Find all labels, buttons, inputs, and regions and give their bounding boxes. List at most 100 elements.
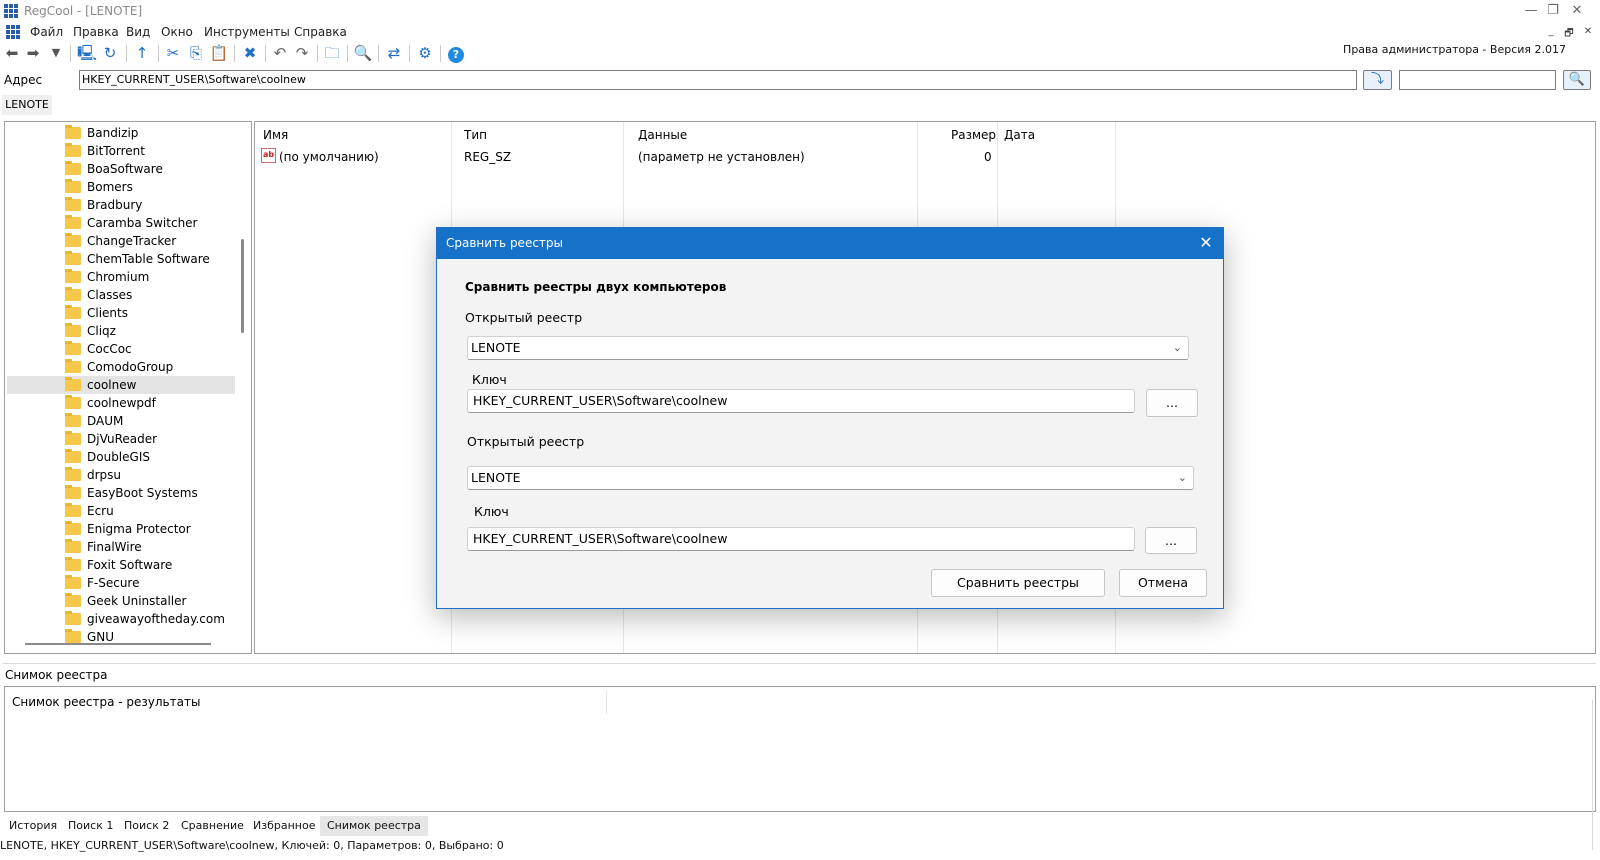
tree-item[interactable]: EasyBoot Systems — [65, 484, 235, 502]
settings-icon[interactable]: ⚙ — [415, 43, 435, 63]
tree-item[interactable]: giveawayoftheday.com — [65, 610, 235, 628]
search-button[interactable]: 🔍 — [1563, 70, 1591, 90]
tree-item[interactable]: CocCoc — [65, 340, 235, 358]
tree-item[interactable]: ComodoGroup — [65, 358, 235, 376]
menu-file[interactable]: Файл — [30, 25, 63, 39]
menu-edit[interactable]: Правка — [73, 25, 119, 39]
go-arrow-icon: ⤵ — [1370, 72, 1384, 87]
tree-item[interactable]: Bandizip — [65, 124, 235, 142]
forward-icon[interactable]: ➡ — [23, 43, 43, 63]
menu-help[interactable]: Справка — [294, 25, 347, 39]
tree-item-label: Chromium — [87, 270, 150, 284]
tree-item[interactable]: Foxit Software — [65, 556, 235, 574]
column-header-size[interactable]: Размер — [951, 128, 996, 142]
toolbar-separator — [347, 45, 348, 62]
address-input[interactable]: HKEY_CURRENT_USER\Software\coolnew — [79, 70, 1357, 90]
tree-item[interactable]: coolnewpdf — [65, 394, 235, 412]
copy-icon[interactable]: ⎘ — [186, 43, 206, 63]
search-input[interactable] — [1399, 70, 1556, 90]
table-row-size: 0 — [984, 150, 992, 164]
tree-item-label: drpsu — [87, 468, 122, 482]
tree-vertical-scrollbar[interactable] — [241, 239, 244, 333]
tree-item[interactable]: Chromium — [65, 268, 235, 286]
tree-item[interactable]: ChangeTracker — [65, 232, 235, 250]
mdi-close-button[interactable]: ✕ — [1581, 26, 1595, 37]
tab-search-1[interactable]: Поиск 1 — [61, 816, 120, 836]
menu-tools[interactable]: Инструменты — [204, 25, 290, 39]
tab-favorites[interactable]: Избранное — [246, 816, 322, 836]
menu-window[interactable]: Окно — [161, 25, 193, 39]
tree-item[interactable]: DjVuReader — [65, 430, 235, 448]
snapshot-results-box[interactable] — [4, 686, 1596, 812]
tree-item[interactable]: BoaSoftware — [65, 160, 235, 178]
tree-item[interactable]: Cliqz — [65, 322, 235, 340]
first-key-browse-button[interactable]: ... — [1146, 389, 1198, 417]
status-bar: LENOTE, HKEY_CURRENT_USER\Software\cooln… — [0, 839, 504, 852]
close-button[interactable]: ✕ — [1554, 0, 1600, 22]
column-header-name[interactable]: Имя — [263, 128, 288, 142]
go-button[interactable]: ⤵ — [1363, 70, 1392, 90]
column-header-type[interactable]: Тип — [464, 128, 487, 142]
new-key-icon[interactable]: 🗀 — [322, 43, 342, 63]
undo-icon[interactable]: ↶ — [270, 43, 290, 63]
tree-item[interactable]: F-Secure — [65, 574, 235, 592]
second-key-input[interactable]: HKEY_CURRENT_USER\Software\coolnew — [467, 527, 1135, 551]
refresh-icon[interactable]: ↻ — [100, 43, 120, 63]
tree-item[interactable]: Classes — [65, 286, 235, 304]
up-icon[interactable]: ↑ — [132, 43, 152, 63]
mdi-window-icon[interactable] — [6, 25, 20, 39]
tree-item[interactable]: DoubleGIS — [65, 448, 235, 466]
tree-item[interactable]: ChemTable Software — [65, 250, 235, 268]
first-key-input[interactable]: HKEY_CURRENT_USER\Software\coolnew — [467, 389, 1135, 413]
second-key-browse-button[interactable]: ... — [1145, 527, 1197, 554]
tree-item[interactable]: DAUM — [65, 412, 235, 430]
folder-icon — [65, 161, 81, 175]
tree-item-label: coolnewpdf — [87, 396, 156, 410]
tree-item-label: ChemTable Software — [87, 252, 210, 266]
tree-item[interactable]: Bradbury — [65, 196, 235, 214]
help-icon[interactable]: ? — [446, 43, 466, 63]
tree-item[interactable]: FinalWire — [65, 538, 235, 556]
tree-item[interactable]: Ecru — [65, 502, 235, 520]
tree-item[interactable]: Enigma Protector — [65, 520, 235, 538]
compare-icon[interactable]: ⇄ — [384, 43, 404, 63]
cancel-button[interactable]: Отмена — [1119, 569, 1207, 597]
second-registry-select[interactable]: LENOTE ⌄ — [467, 466, 1194, 490]
host-tab[interactable]: LENOTE — [2, 95, 52, 115]
tree-item[interactable]: coolnew — [7, 376, 235, 394]
table-row-name[interactable]: (по умолчанию) — [279, 150, 379, 164]
tree-item-label: Classes — [87, 288, 133, 302]
tree-item[interactable]: drpsu — [65, 466, 235, 484]
tree-item[interactable]: BitTorrent — [65, 142, 235, 160]
tab-history[interactable]: История — [2, 816, 64, 836]
paste-icon[interactable]: 📋 — [209, 43, 229, 63]
find-icon[interactable]: 🔍 — [353, 43, 373, 63]
first-registry-select[interactable]: LENOTE ⌄ — [467, 336, 1189, 360]
redo-icon[interactable]: ↷ — [292, 43, 312, 63]
column-header-data[interactable]: Данные — [638, 128, 687, 142]
back-icon[interactable]: ⬅ — [2, 43, 22, 63]
toolbar-separator — [126, 45, 127, 62]
menu-view[interactable]: Вид — [126, 25, 150, 39]
column-header-date[interactable]: Дата — [1004, 128, 1035, 142]
tree-item[interactable]: Bomers — [65, 178, 235, 196]
tab-snapshot[interactable]: Снимок реестра — [320, 816, 428, 836]
tree-item[interactable]: Clients — [65, 304, 235, 322]
tree-item[interactable]: Geek Uninstaller — [65, 592, 235, 610]
dialog-close-button[interactable]: ✕ — [1195, 233, 1217, 253]
computer-icon[interactable]: 🖳 — [77, 43, 97, 63]
cut-icon[interactable]: ✂ — [163, 43, 183, 63]
registry-tree[interactable]: Bandizip BitTorrent BoaSoftware Bomers Bradb… — [4, 121, 252, 654]
compare-registries-button[interactable]: Сравнить реестры — [931, 569, 1105, 597]
tab-compare[interactable]: Сравнение — [174, 816, 251, 836]
tree-horizontal-scrollbar[interactable] — [25, 643, 211, 645]
second-registry-label: Открытый реестр — [467, 434, 585, 449]
tree-item-label: BitTorrent — [87, 144, 145, 158]
tree-item[interactable]: Caramba Switcher — [65, 214, 235, 232]
mdi-minimize-button[interactable]: _ — [1544, 26, 1558, 37]
tab-search-2[interactable]: Поиск 2 — [117, 816, 176, 836]
folder-icon — [65, 215, 81, 229]
delete-icon[interactable]: ✖ — [240, 43, 260, 63]
dropdown-icon[interactable]: ▼ — [46, 43, 66, 63]
mdi-restore-button[interactable]: 🗗 — [1562, 26, 1576, 43]
